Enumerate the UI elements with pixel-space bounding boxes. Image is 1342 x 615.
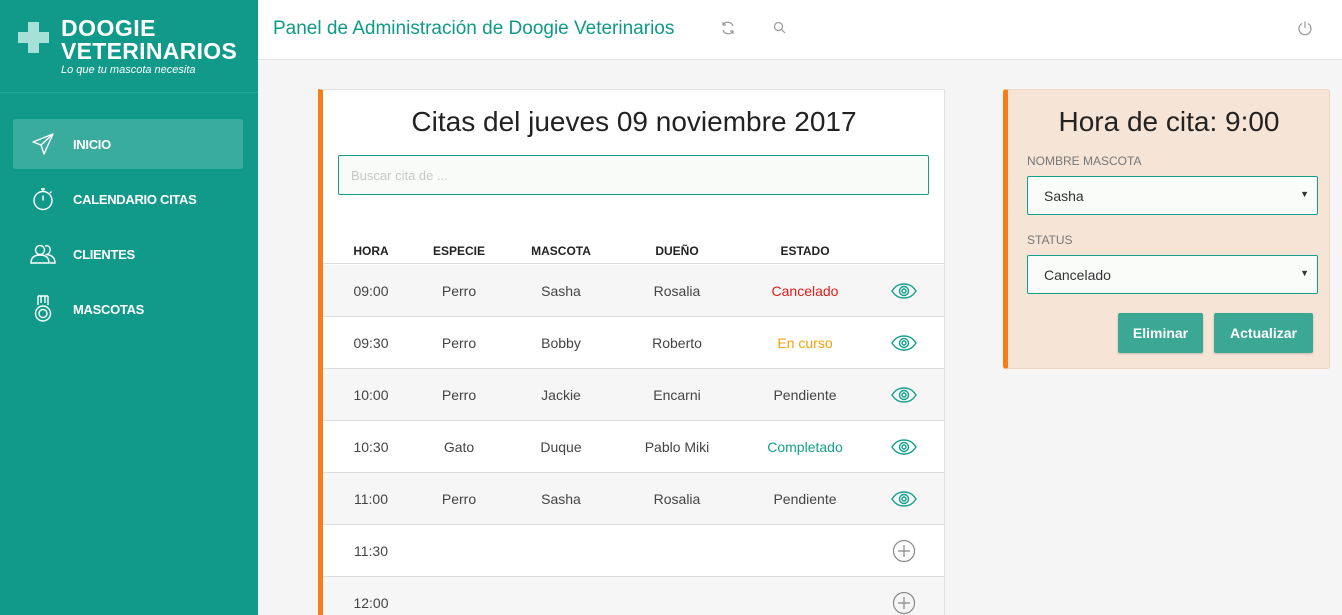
cell-dueno: Encarni — [653, 387, 701, 403]
table-row[interactable]: 09:30 Perro Bobby Roberto En curso — [323, 317, 944, 369]
cell-mascota: Jackie — [541, 387, 581, 403]
medal-icon — [30, 295, 56, 322]
chevron-down-icon: ▼ — [1300, 189, 1309, 199]
pet-name-select[interactable]: Sasha ▼ — [1027, 176, 1318, 215]
sidebar-item-label: MASCOTAS — [73, 301, 145, 317]
cell-hora: 11:30 — [354, 543, 388, 559]
cell-especie: Perro — [441, 387, 477, 403]
column-header-dueno: DUEÑO — [655, 244, 699, 258]
table-row[interactable]: 10:30 Gato Duque Pablo Miki Completado — [323, 421, 944, 473]
power-icon[interactable] — [1297, 20, 1315, 38]
sidebar-item-label: CALENDARIO CITAS — [73, 191, 197, 207]
sidebar-item-label: INICIO — [73, 136, 111, 152]
eye-icon[interactable] — [889, 279, 919, 303]
cell-hora: 09:30 — [353, 335, 389, 351]
appointments-title: Citas del jueves 09 noviembre 2017 — [411, 106, 857, 137]
brand-name-line2: VETERINARIOS — [61, 38, 238, 64]
cell-especie: Perro — [441, 335, 477, 351]
table-row[interactable]: 12:00 — [323, 577, 944, 615]
cell-dueno: Roberto — [652, 335, 702, 351]
column-header-especie: ESPECIE — [432, 244, 486, 258]
status-select[interactable]: Cancelado ▼ — [1027, 255, 1318, 294]
appointments-card: Citas del jueves 09 noviembre 2017 HORA … — [318, 89, 945, 615]
pet-name-value: Sasha — [1044, 188, 1084, 204]
cell-mascota: Duque — [540, 439, 582, 455]
cell-mascota: Bobby — [541, 335, 581, 351]
column-header-estado: ESTADO — [780, 244, 830, 258]
page-title: Panel de Administración de Doogie Veteri… — [273, 18, 675, 39]
sidebar-item-inicio[interactable]: INICIO — [13, 119, 243, 169]
column-header-hora: HORA — [353, 244, 389, 258]
table-row[interactable]: 09:00 Perro Sasha Rosalia Cancelado — [323, 265, 944, 317]
search-icon[interactable] — [772, 20, 790, 38]
cell-dueno: Rosalia — [653, 491, 701, 507]
brand-name-line1: DOOGIE — [61, 15, 157, 41]
appointment-detail-card: Hora de cita: 9:00 NOMBRE MASCOTA Sasha … — [1003, 89, 1330, 369]
eye-icon[interactable] — [889, 331, 919, 355]
brand-logo[interactable]: DOOGIE VETERINARIOS Lo que tu mascota ne… — [0, 0, 258, 93]
sidebar-item-calendario-citas[interactable]: CALENDARIO CITAS — [13, 174, 243, 224]
sidebar: DOOGIE VETERINARIOS Lo que tu mascota ne… — [0, 0, 258, 615]
sidebar-item-clientes[interactable]: CLIENTES — [13, 229, 243, 279]
sidebar-nav: INICIO CALENDARIO CITAS CLIENTES MASCOTA… — [0, 119, 258, 339]
cell-estado: Cancelado — [771, 283, 839, 299]
plus-circle-icon[interactable] — [889, 539, 919, 563]
send-icon — [30, 131, 56, 157]
pet-name-label: NOMBRE MASCOTA — [1027, 154, 1142, 168]
refresh-icon[interactable] — [720, 20, 738, 38]
table-header: HORA ESPECIE MASCOTA DUEÑO ESTADO — [323, 238, 944, 264]
column-header-mascota: MASCOTA — [531, 244, 591, 258]
users-icon — [30, 241, 56, 267]
status-label: STATUS — [1027, 233, 1073, 247]
cell-hora: 10:30 — [353, 439, 389, 455]
cell-estado: En curso — [777, 335, 833, 351]
eye-icon[interactable] — [889, 487, 919, 511]
cell-hora: 09:00 — [353, 283, 389, 299]
medical-cross-icon — [18, 22, 49, 53]
cell-especie: Perro — [441, 491, 477, 507]
detail-title: Hora de cita: 9:00 — [1058, 106, 1280, 137]
stopwatch-icon — [30, 186, 56, 212]
chevron-down-icon: ▼ — [1300, 268, 1309, 278]
table-row[interactable]: 10:00 Perro Jackie Encarni Pendiente — [323, 369, 944, 421]
sidebar-item-mascotas[interactable]: MASCOTAS — [13, 284, 243, 334]
top-header: Panel de Administración de Doogie Veteri… — [258, 0, 1342, 60]
eye-icon[interactable] — [889, 383, 919, 407]
cell-dueno: Rosalia — [653, 283, 701, 299]
brand-tagline: Lo que tu mascota necesita — [61, 64, 196, 76]
plus-circle-icon[interactable] — [889, 591, 919, 615]
cell-estado: Pendiente — [773, 491, 837, 507]
cell-mascota: Sasha — [541, 491, 581, 507]
update-button[interactable]: Actualizar — [1214, 313, 1313, 353]
cell-especie: Perro — [441, 283, 477, 299]
delete-button[interactable]: Eliminar — [1118, 313, 1203, 353]
cell-dueno: Pablo Miki — [644, 439, 710, 455]
cell-especie: Gato — [443, 439, 475, 455]
appointment-search-input[interactable] — [338, 155, 929, 195]
sidebar-item-label: CLIENTES — [73, 246, 135, 262]
status-value: Cancelado — [1044, 267, 1111, 283]
cell-mascota: Sasha — [541, 283, 581, 299]
eye-icon[interactable] — [889, 435, 919, 459]
table-row[interactable]: 11:00 Perro Sasha Rosalia Pendiente — [323, 473, 944, 525]
cell-hora: 10:00 — [353, 387, 389, 403]
cell-hora: 12:00 — [353, 595, 389, 611]
cell-estado: Pendiente — [773, 387, 837, 403]
cell-hora: 11:00 — [354, 491, 388, 507]
table-row[interactable]: 11:30 — [323, 525, 944, 577]
cell-estado: Completado — [767, 439, 843, 455]
